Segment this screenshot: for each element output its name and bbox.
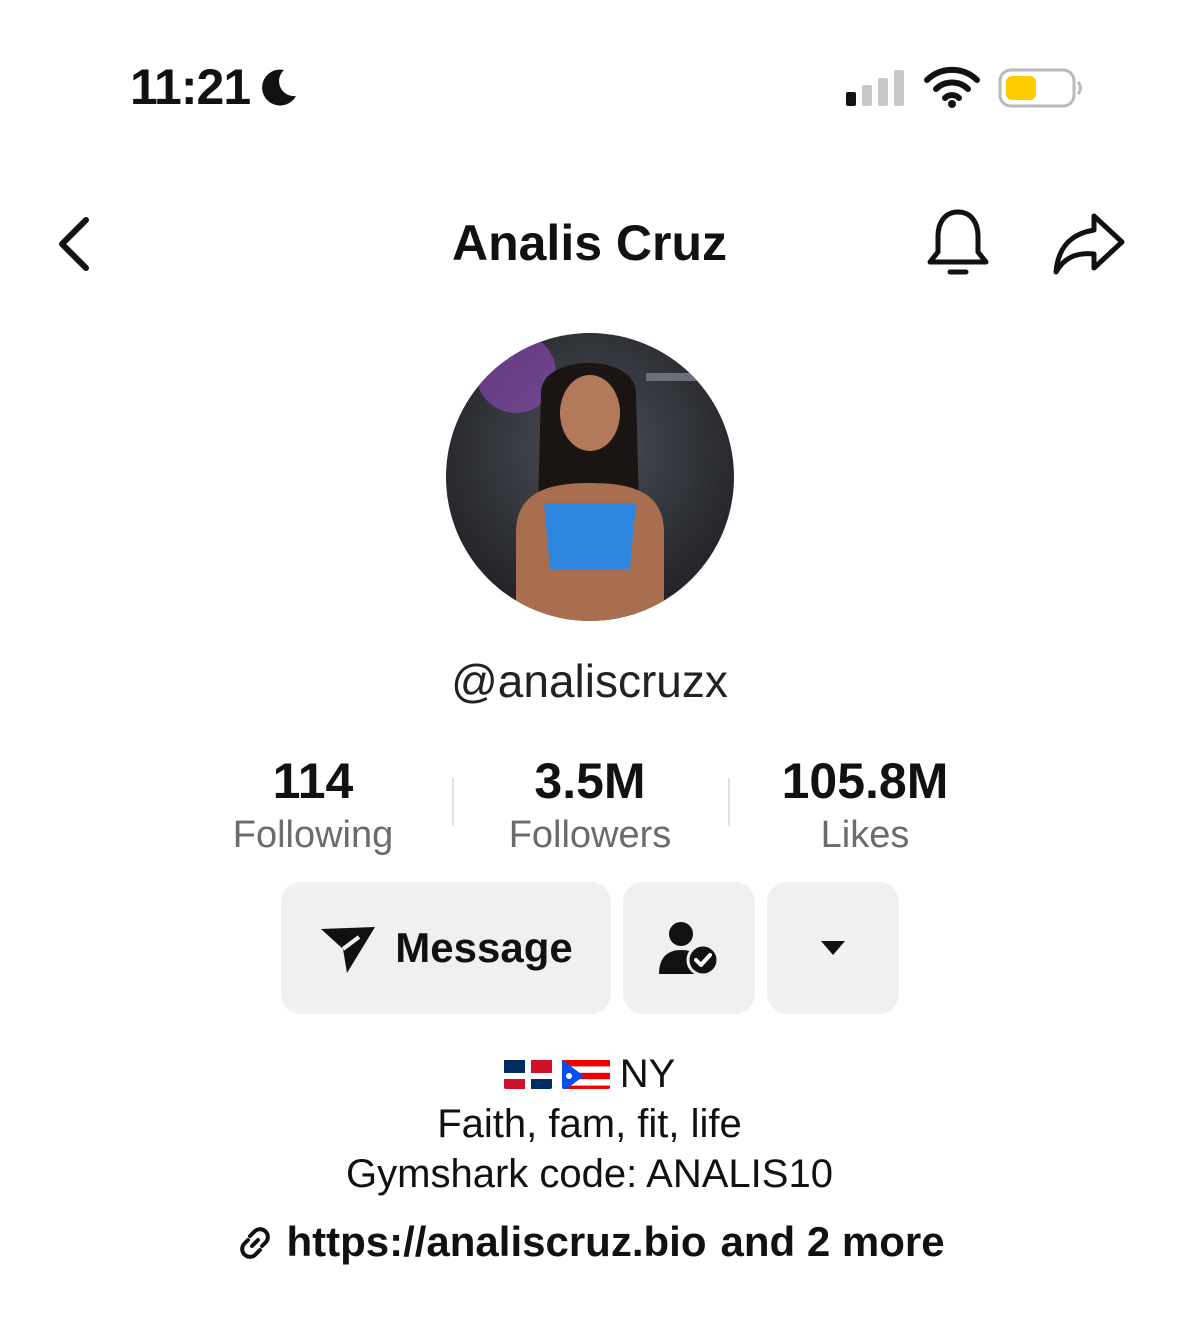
- person-check-icon: [659, 922, 719, 976]
- stat-label: Following: [232, 814, 394, 856]
- battery-icon: [998, 68, 1082, 108]
- message-button[interactable]: Message: [281, 882, 611, 1014]
- puerto-rico-flag-icon: [561, 1057, 610, 1089]
- cellular-signal-icon: [846, 70, 904, 106]
- wifi-icon: [924, 66, 980, 108]
- following-status-button[interactable]: [623, 882, 755, 1014]
- page-title: Analis Cruz: [451, 215, 728, 271]
- link-icon: [240, 1227, 271, 1259]
- status-time: 11:21: [130, 59, 251, 115]
- stat-label: Likes: [820, 814, 910, 856]
- bio-link-more[interactable]: and 2 more: [720, 1218, 944, 1265]
- stat-value: 3.5M: [534, 753, 646, 809]
- bell-icon[interactable]: [922, 206, 994, 282]
- caret-down-icon: [821, 941, 845, 955]
- moon-icon: [262, 69, 296, 106]
- bio-link[interactable]: https://analiscruz.bio: [286, 1218, 706, 1265]
- stat-label: Followers: [508, 814, 672, 856]
- bio-location: NY: [619, 1052, 676, 1096]
- avatar[interactable]: [446, 333, 734, 621]
- bio-line: Gymshark code: ANALIS10: [346, 1152, 833, 1196]
- avatar-photo: [476, 333, 726, 621]
- bio-line: Faith, fam, fit, life: [437, 1102, 742, 1146]
- share-arrow-icon[interactable]: [1048, 208, 1128, 280]
- message-button-label: Message: [395, 924, 573, 971]
- stat-value: 105.8M: [781, 753, 949, 809]
- paper-plane-icon: [321, 927, 376, 973]
- more-options-button[interactable]: [767, 882, 899, 1014]
- bio-link-row[interactable]: https://analiscruz.bio and 2 more: [0, 1218, 1179, 1266]
- stat-likes[interactable]: 105.8M Likes: [725, 752, 1005, 857]
- dominican-republic-flag-icon: [503, 1057, 552, 1089]
- bio-location-line: NY: [0, 1052, 1179, 1097]
- stat-following[interactable]: 114 Following: [173, 752, 453, 857]
- stat-followers[interactable]: 3.5M Followers: [450, 752, 730, 857]
- username-handle: @analiscruzx: [451, 655, 728, 707]
- stat-value: 114: [272, 753, 354, 809]
